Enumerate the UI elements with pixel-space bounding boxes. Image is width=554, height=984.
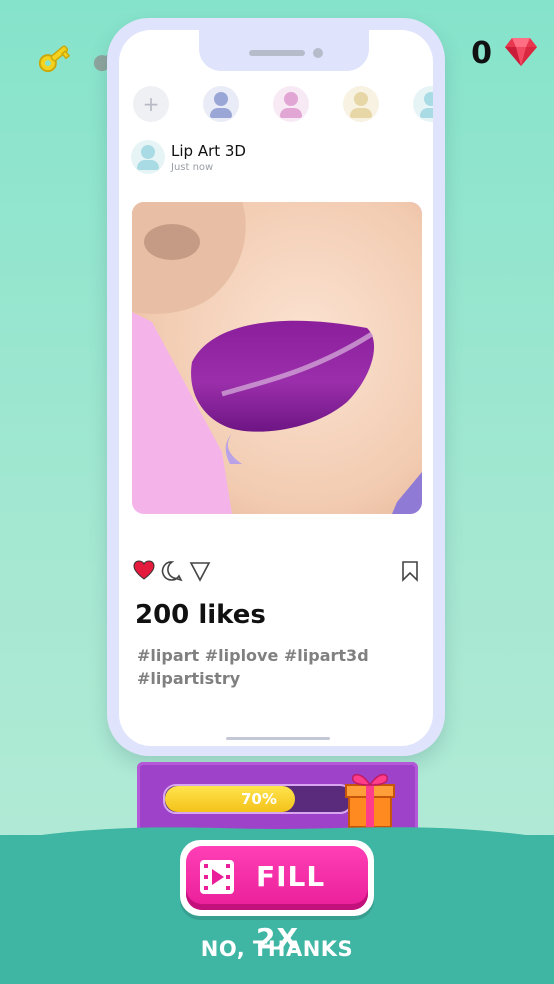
progress-label: 70%: [241, 790, 277, 808]
phone-notch: [199, 30, 369, 71]
progress-bar: 70%: [163, 784, 353, 814]
ruby-gem-icon: [504, 34, 538, 72]
post-header: Lip Art 3D Just now: [131, 140, 421, 180]
user-avatar-icon: [354, 92, 368, 106]
hashtags-line[interactable]: #lipartistry: [137, 667, 397, 690]
speaker: [249, 50, 305, 56]
user-avatar-icon: [284, 92, 298, 106]
bookmark-icon[interactable]: [401, 560, 419, 586]
post-time: Just now: [171, 162, 214, 173]
phone-screen: + Lip Art 3D Just now 200 likes #lipart …: [119, 30, 433, 746]
story-avatar[interactable]: [413, 86, 433, 122]
user-avatar-icon: [424, 92, 433, 106]
user-avatar-icon: [141, 145, 155, 159]
post-actions: [133, 560, 423, 584]
phone-frame: + Lip Art 3D Just now 200 likes #lipart …: [107, 18, 445, 756]
author-avatar[interactable]: [131, 140, 165, 174]
add-story-button[interactable]: +: [133, 86, 169, 122]
story-avatar[interactable]: [273, 86, 309, 122]
gift-box-icon: [343, 767, 397, 829]
no-thanks-button[interactable]: NO, THANKS: [0, 937, 554, 961]
story-avatar[interactable]: [343, 86, 379, 122]
post-photo: [132, 202, 422, 514]
add-story-icon: +: [142, 92, 160, 116]
post-author[interactable]: Lip Art 3D: [171, 142, 246, 160]
user-avatar-icon: [214, 92, 228, 106]
share-icon[interactable]: [189, 560, 211, 586]
fill-2x-button[interactable]: FILL 2X: [180, 840, 374, 955]
stories-row: +: [133, 86, 433, 128]
hashtags-line[interactable]: #lipart #liplove #lipart3d: [137, 644, 397, 667]
home-indicator: [226, 737, 330, 740]
camera: [313, 48, 323, 58]
key-icon: [34, 38, 74, 78]
likes-count: 200 likes: [135, 600, 266, 630]
comment-icon[interactable]: [161, 560, 183, 586]
gem-counter: 0: [471, 34, 538, 72]
post-hashtags: #lipart #liplove #lipart3d #lipartistry: [137, 644, 397, 690]
heart-icon[interactable]: [133, 560, 155, 584]
video-play-icon: [198, 858, 244, 896]
story-avatar[interactable]: [203, 86, 239, 122]
gem-count: 0: [471, 35, 492, 71]
